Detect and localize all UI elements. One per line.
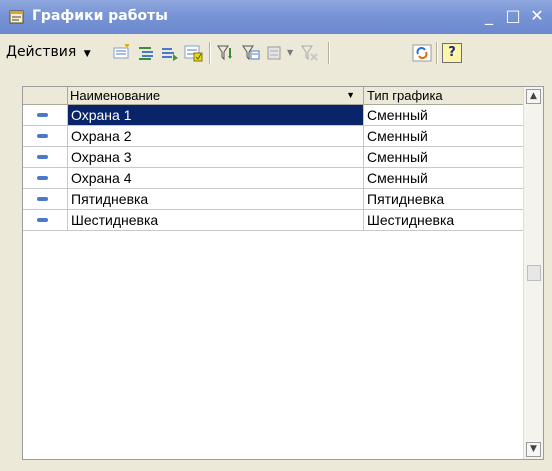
row-marker-cell — [23, 168, 68, 189]
clear-filter-icon[interactable] — [300, 44, 320, 62]
schedule-type-cell[interactable]: Шестидневка — [364, 210, 525, 231]
toolbar-separator — [436, 42, 438, 64]
marker-column-header — [23, 87, 68, 105]
toolbar-separator — [328, 42, 330, 64]
table-row[interactable]: Шестидневка Шестидневка — [23, 210, 525, 231]
row-marker-cell — [23, 147, 68, 168]
schedule-type-cell[interactable]: Сменный — [364, 105, 525, 126]
element-icon — [37, 155, 48, 159]
dropdown-arrow-icon: ▼ — [83, 49, 91, 59]
mark-delete-dropdown-icon[interactable]: ▼ — [287, 48, 293, 57]
name-cell[interactable]: Охрана 2 — [68, 126, 364, 147]
schedule-window-icon — [9, 10, 24, 24]
table-row[interactable]: Охрана 3 Сменный — [23, 147, 525, 168]
name-cell[interactable]: Охрана 3 — [68, 147, 364, 168]
actions-label: Действия — [6, 44, 77, 60]
close-button[interactable]: ✕ — [526, 5, 548, 27]
scroll-up-button[interactable]: ▲ — [526, 89, 541, 104]
schedule-type-cell[interactable]: Сменный — [364, 126, 525, 147]
mark-delete-icon[interactable] — [266, 44, 286, 62]
title-bar[interactable]: Графики работы _ □ ✕ — [0, 0, 552, 34]
maximize-button[interactable]: □ — [502, 5, 524, 27]
column-header-type[interactable]: Тип графика — [364, 87, 525, 105]
schedules-window: Графики работы _ □ ✕ Действия ▼ ▼ ? Наим… — [0, 0, 552, 471]
table-row[interactable]: Охрана 4 Сменный — [23, 168, 525, 189]
column-header-name-label: Наименование — [70, 88, 161, 103]
schedule-type-cell[interactable]: Пятидневка — [364, 189, 525, 210]
element-icon — [37, 197, 48, 201]
name-cell[interactable]: Охрана 4 — [68, 168, 364, 189]
add-row-icon[interactable] — [112, 44, 132, 62]
vertical-scrollbar[interactable]: ▲ ▼ — [523, 87, 543, 459]
actions-menu-button[interactable]: Действия ▼ — [6, 44, 91, 60]
filter-icon[interactable] — [216, 44, 236, 62]
element-icon — [37, 176, 48, 180]
row-marker-cell — [23, 105, 68, 126]
schedules-table: Наименование ▼ Тип графика Охрана 1 Сменн… — [22, 86, 544, 460]
sort-descending-icon: ▼ — [346, 90, 355, 100]
schedule-type-cell[interactable]: Сменный — [364, 168, 525, 189]
add-group-icon[interactable] — [136, 44, 156, 62]
refresh-icon[interactable] — [412, 44, 432, 62]
window-title: Графики работы — [32, 8, 168, 24]
name-cell[interactable]: Пятидневка — [68, 189, 364, 210]
help-button[interactable]: ? — [442, 43, 462, 63]
name-cell[interactable]: Шестидневка — [68, 210, 364, 231]
filter-settings-icon[interactable] — [241, 44, 261, 62]
toolbar-separator — [209, 42, 211, 64]
copy-row-icon[interactable] — [160, 44, 180, 62]
table-row[interactable]: Охрана 1 Сменный — [23, 105, 525, 126]
element-icon — [37, 113, 48, 117]
element-icon — [37, 218, 48, 222]
row-marker-cell — [23, 210, 68, 231]
row-marker-cell — [23, 189, 68, 210]
toolbar: Действия ▼ ▼ ? — [0, 34, 552, 72]
schedule-type-cell[interactable]: Сменный — [364, 147, 525, 168]
table-row[interactable]: Охрана 2 Сменный — [23, 126, 525, 147]
scroll-thumb[interactable] — [527, 265, 541, 281]
column-header-name[interactable]: Наименование ▼ — [68, 87, 364, 105]
table-row[interactable]: Пятидневка Пятидневка — [23, 189, 525, 210]
column-header-type-label: Тип графика — [367, 88, 443, 103]
minimize-button[interactable]: _ — [478, 5, 500, 27]
element-icon — [37, 134, 48, 138]
name-cell[interactable]: Охрана 1 — [68, 105, 364, 126]
row-marker-cell — [23, 126, 68, 147]
scroll-down-button[interactable]: ▼ — [526, 442, 541, 457]
edit-row-icon[interactable] — [184, 44, 204, 62]
